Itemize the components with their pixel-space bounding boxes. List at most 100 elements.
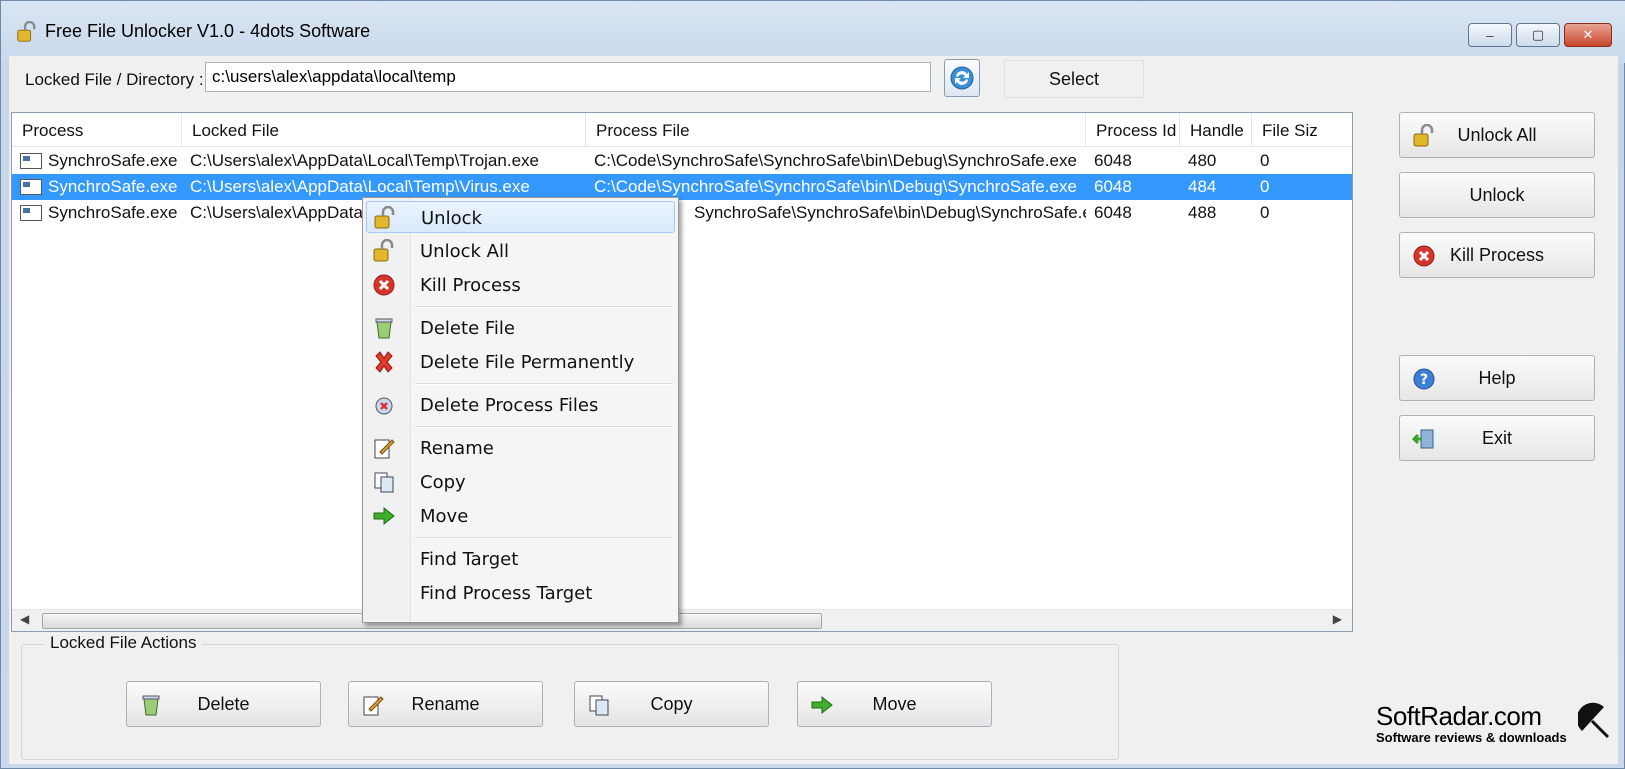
locked-files-list[interactable]: Process Locked File Process File Process… <box>11 112 1353 632</box>
column-process-id[interactable]: Process Id <box>1086 113 1180 147</box>
exit-label: Exit <box>1481 427 1512 448</box>
unlock-button[interactable]: Unlock <box>1399 172 1595 218</box>
menu-item-delete-process-files[interactable]: Delete Process Files <box>366 389 675 421</box>
column-process-file[interactable]: Process File <box>586 113 1086 147</box>
menu-item-move[interactable]: Move <box>366 500 675 532</box>
copy-icon <box>374 472 394 493</box>
executable-icon <box>20 179 42 195</box>
rename-icon <box>374 439 395 459</box>
select-button[interactable]: Select <box>1004 60 1144 98</box>
copy-icon <box>589 695 609 716</box>
column-process[interactable]: Process <box>12 113 182 147</box>
column-locked-file[interactable]: Locked File <box>182 113 586 147</box>
menu-item-unlock-all[interactable]: Unlock All <box>366 235 675 267</box>
move-button[interactable]: Move <box>797 681 992 727</box>
scroll-right-icon[interactable]: ▶ <box>1333 612 1342 626</box>
menu-separator <box>415 537 673 539</box>
column-file-size[interactable]: File Siz <box>1252 113 1352 147</box>
list-header: Process Locked File Process File Process… <box>12 113 1352 147</box>
menu-item-find-target[interactable]: Find Target <box>366 543 675 575</box>
svg-text:?: ? <box>1420 372 1428 388</box>
menu-item-label: Move <box>420 506 469 527</box>
cell-locked-file: C:\Users\alex\AppData\Local\Temp\Trojan.… <box>190 151 539 170</box>
satellite-dish-icon <box>1578 702 1610 739</box>
cell-file-size: 0 <box>1260 151 1270 170</box>
cell-handle: 480 <box>1188 151 1217 170</box>
table-row[interactable]: SynchroSafe.exe C:\Users\alex\AppData Sy… <box>12 200 1352 226</box>
menu-item-delete-file-permanently[interactable]: Delete File Permanently <box>366 346 675 378</box>
menu-item-find-process-target[interactable]: Find Process Target <box>366 577 675 609</box>
kill-process-button[interactable]: Kill Process <box>1399 232 1595 278</box>
rename-button[interactable]: Rename <box>348 681 543 727</box>
scroll-left-icon[interactable]: ◀ <box>20 612 29 626</box>
unlock-all-label: Unlock All <box>1457 124 1537 145</box>
refresh-button[interactable] <box>944 59 980 97</box>
executable-icon <box>20 153 42 169</box>
maximize-button[interactable]: ▢ <box>1516 23 1560 47</box>
title-bar[interactable]: Free File Unlocker V1.0 - 4dots Software… <box>1 1 1625 63</box>
cell-process: SynchroSafe.exe <box>48 203 178 222</box>
copy-button[interactable]: Copy <box>574 681 769 727</box>
horizontal-scrollbar[interactable]: ◀ ▶ <box>12 609 1352 631</box>
path-label: Locked File / Directory : <box>25 70 204 89</box>
menu-separator <box>415 383 673 385</box>
minimize-button[interactable]: – <box>1468 23 1512 47</box>
menu-item-kill-process[interactable]: Kill Process <box>366 269 675 301</box>
menu-item-unlock[interactable]: Unlock <box>366 201 675 233</box>
table-row[interactable]: SynchroSafe.exe C:\Users\alex\AppData\Lo… <box>12 148 1352 174</box>
column-handle[interactable]: Handle <box>1180 113 1252 147</box>
unlock-label: Unlock <box>1469 184 1525 205</box>
cell-process: SynchroSafe.exe <box>48 177 178 196</box>
padlock-icon <box>373 239 394 262</box>
rename-icon <box>363 696 384 716</box>
padlock-icon <box>1413 124 1434 147</box>
table-row-selected[interactable]: SynchroSafe.exe C:\Users\alex\AppData\Lo… <box>12 174 1352 200</box>
recycle-bin-icon <box>142 695 160 716</box>
kill-process-icon <box>373 274 395 296</box>
help-icon: ? <box>1413 368 1435 390</box>
cell-process-file: C:\Code\SynchroSafe\SynchroSafe\bin\Debu… <box>594 151 1077 170</box>
delete-process-files-icon <box>375 397 393 415</box>
menu-item-delete-file[interactable]: Delete File <box>366 312 675 344</box>
recycle-bin-icon <box>375 318 393 339</box>
window-title: Free File Unlocker V1.0 - 4dots Software <box>45 21 371 41</box>
minimize-icon: – <box>1486 27 1494 43</box>
unlock-all-button[interactable]: Unlock All <box>1399 112 1595 158</box>
exit-door-icon <box>1412 429 1434 449</box>
rename-label: Rename <box>411 693 480 714</box>
padlock-icon <box>17 21 36 42</box>
cell-file-size: 0 <box>1260 177 1270 196</box>
path-input[interactable] <box>205 62 931 92</box>
menu-item-label: Find Process Target <box>420 583 593 604</box>
menu-separator <box>415 426 673 428</box>
kill-process-icon <box>1413 245 1435 267</box>
delete-label: Delete <box>197 693 250 714</box>
menu-item-label: Rename <box>420 438 494 459</box>
maximize-icon: ▢ <box>1531 27 1545 42</box>
menu-item-copy[interactable]: Copy <box>366 466 675 498</box>
cell-process-id: 6048 <box>1094 203 1132 222</box>
help-label: Help <box>1478 367 1516 388</box>
menu-item-label: Find Target <box>420 549 519 570</box>
red-x-icon <box>375 351 393 373</box>
menu-item-rename[interactable]: Rename <box>366 432 675 464</box>
move-arrow-icon <box>373 506 395 526</box>
cell-process: SynchroSafe.exe <box>48 151 178 170</box>
exit-button[interactable]: Exit <box>1399 415 1595 461</box>
menu-item-label: Kill Process <box>420 275 521 296</box>
help-button[interactable]: ? Help <box>1399 355 1595 401</box>
menu-item-label: Unlock All <box>420 241 509 262</box>
delete-button[interactable]: Delete <box>126 681 321 727</box>
cell-handle: 488 <box>1188 203 1217 222</box>
menu-item-label: Delete File Permanently <box>420 352 635 373</box>
menu-item-label: Unlock <box>421 208 482 229</box>
watermark-main: SoftRadar.com <box>1376 701 1542 731</box>
copy-label: Copy <box>650 693 693 714</box>
app-window: Free File Unlocker V1.0 - 4dots Software… <box>0 0 1625 769</box>
client-area: Locked File / Directory : Select Process… <box>9 56 1618 764</box>
menu-item-label: Copy <box>420 472 466 493</box>
menu-separator <box>415 306 673 308</box>
cell-process-file: SynchroSafe\SynchroSafe\bin\Debug\Synchr… <box>694 203 1086 222</box>
close-button[interactable]: ✕ <box>1564 23 1612 47</box>
cell-process-id: 6048 <box>1094 151 1132 170</box>
